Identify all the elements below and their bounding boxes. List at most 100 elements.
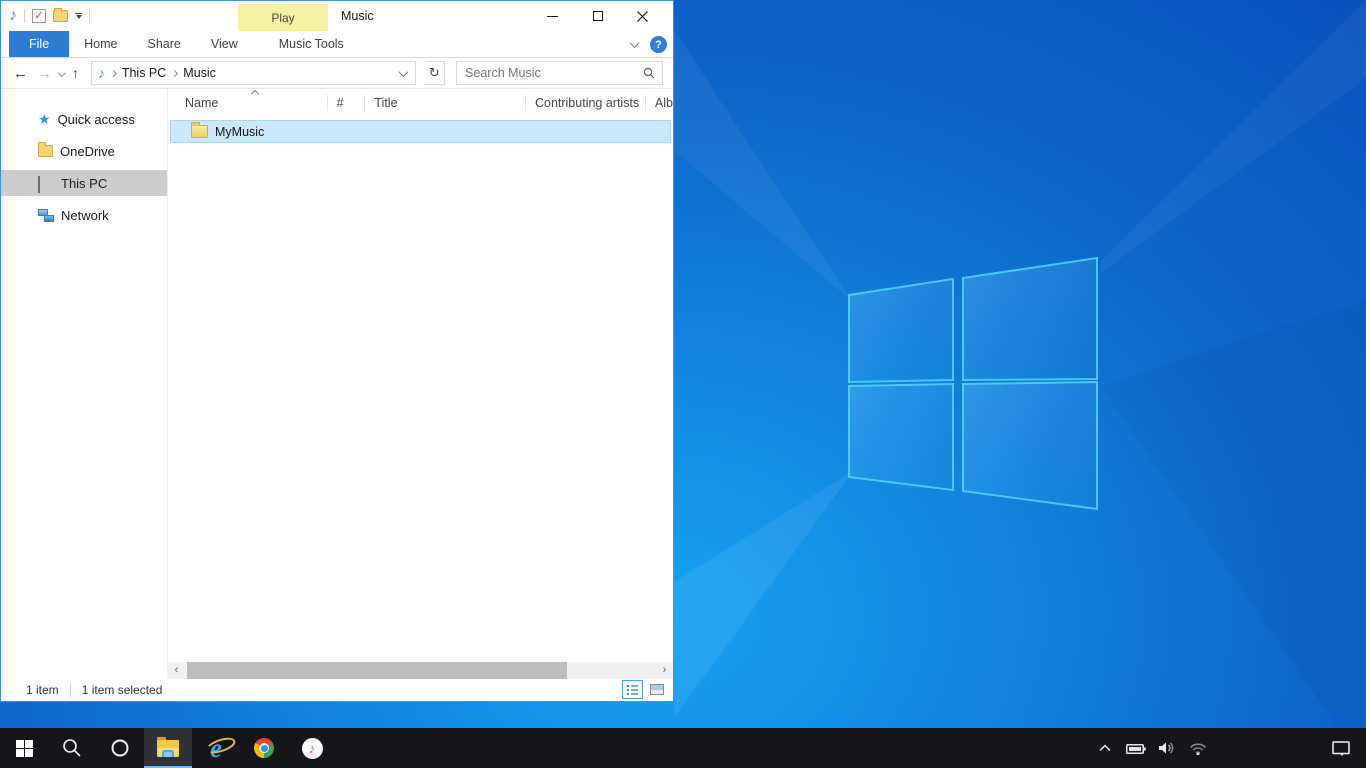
maximize-icon (593, 11, 603, 21)
forward-button[interactable]: → (37, 66, 52, 81)
sidebar-item-label: Network (61, 208, 109, 223)
scrollbar-track[interactable] (185, 662, 656, 679)
music-note-icon: ♪ (98, 65, 105, 81)
taskbar-chrome-button[interactable] (240, 728, 288, 768)
volume-icon (1158, 741, 1177, 755)
taskbar-internet-explorer-button[interactable]: e (192, 728, 240, 768)
file-explorer-icon (157, 740, 179, 757)
sidebar-item-network[interactable]: Network (1, 202, 167, 228)
itunes-icon: ♪ (302, 738, 323, 759)
quick-access-toolbar: ♪ ✓ (1, 8, 90, 24)
caption-buttons (530, 1, 665, 31)
maximize-button[interactable] (575, 1, 620, 31)
window-title: Music (341, 1, 374, 31)
column-header-contributing-artists[interactable]: Contributing artists (526, 95, 646, 111)
properties-button[interactable]: ✓ (32, 9, 46, 23)
wifi-tray-button[interactable] (1187, 742, 1209, 755)
sidebar-item-onedrive[interactable]: OneDrive (1, 138, 167, 164)
desktop: ♪ ✓ Play Music (0, 0, 1366, 768)
tab-music-tools[interactable]: Music Tools (264, 31, 359, 57)
column-header-name[interactable]: Name (168, 95, 328, 111)
toolbar-separator (89, 9, 90, 23)
minimize-button[interactable] (530, 1, 575, 31)
scroll-right-arrow[interactable]: › (656, 662, 673, 679)
customize-quick-access-toolbar-button[interactable] (75, 13, 82, 19)
breadcrumb-music[interactable]: Music (183, 66, 216, 80)
taskbar: e ♪ (0, 728, 1366, 768)
tab-file[interactable]: File (9, 31, 69, 57)
minimize-icon (547, 16, 558, 17)
scroll-left-arrow[interactable]: ‹ (168, 662, 185, 679)
start-button[interactable] (0, 728, 48, 768)
contextual-tab-group-label: Play (238, 4, 328, 31)
cortana-circle-icon (110, 738, 130, 758)
large-icons-view-button[interactable] (646, 680, 667, 699)
explorer-window: ♪ ✓ Play Music (0, 0, 674, 702)
volume-tray-button[interactable] (1156, 741, 1178, 755)
breadcrumb-this-pc[interactable]: This PC (122, 66, 166, 80)
search-box[interactable] (456, 61, 663, 85)
sidebar-item-label: Quick access (58, 112, 135, 127)
taskbar-itunes-button[interactable]: ♪ (288, 728, 336, 768)
search-input[interactable] (457, 66, 643, 80)
back-button[interactable]: ← (13, 66, 28, 81)
breadcrumb-chevron-icon[interactable] (110, 69, 117, 76)
column-header-album[interactable]: Alb (646, 95, 673, 111)
action-center-icon (1332, 741, 1350, 756)
sidebar-item-this-pc[interactable]: This PC (1, 170, 167, 196)
search-icon (643, 67, 655, 79)
taskbar-search-button[interactable] (48, 728, 96, 768)
file-row-mymusic[interactable]: MyMusic (170, 120, 671, 143)
ribbon-tab-bar: File Home Share View Music Tools ? (1, 31, 673, 58)
help-button[interactable]: ? (650, 36, 667, 53)
hidden-icons-chevron[interactable] (1094, 744, 1116, 752)
item-count-label: 1 item (26, 683, 59, 697)
quick-access-star-icon: ★ (38, 111, 51, 128)
battery-icon (1126, 743, 1146, 754)
battery-tray-button[interactable] (1125, 743, 1147, 754)
title-bar: ♪ ✓ Play Music (1, 1, 673, 31)
expand-ribbon-chevron-icon[interactable] (630, 38, 640, 48)
file-name-label: MyMusic (215, 125, 264, 139)
details-view-button[interactable] (622, 680, 643, 699)
action-center-button[interactable] (1330, 741, 1352, 756)
cortana-button[interactable] (96, 728, 144, 768)
sidebar-item-label: This PC (61, 176, 107, 191)
address-dropdown-chevron-icon[interactable] (398, 67, 408, 77)
new-folder-button[interactable] (53, 10, 68, 22)
system-tray (1094, 728, 1366, 768)
close-button[interactable] (620, 1, 665, 31)
toolbar-separator (24, 9, 25, 23)
network-icon (38, 209, 54, 222)
up-button[interactable]: ↑ (72, 66, 79, 81)
wifi-icon (1189, 742, 1207, 755)
sidebar-item-label: OneDrive (60, 144, 115, 159)
sidebar-item-quick-access[interactable]: ★ Quick access (1, 106, 167, 132)
chrome-icon (254, 738, 274, 758)
address-bar[interactable]: ♪ This PC Music (91, 61, 416, 85)
computer-monitor-icon (38, 177, 54, 190)
navigation-bar: ← → ↑ ♪ This PC Music ↻ (1, 58, 673, 89)
tab-home[interactable]: Home (69, 31, 132, 57)
close-icon (637, 11, 648, 22)
status-separator (70, 683, 71, 697)
recent-locations-chevron-icon[interactable] (58, 69, 66, 77)
breadcrumb-chevron-icon[interactable] (171, 69, 178, 76)
windows-logo-icon (16, 740, 33, 757)
taskbar-file-explorer-button[interactable] (144, 728, 192, 768)
internet-explorer-icon: e (210, 735, 222, 762)
refresh-button[interactable]: ↻ (425, 61, 445, 85)
tab-view[interactable]: View (196, 31, 253, 57)
column-header-number[interactable]: # (328, 95, 366, 111)
search-icon (62, 738, 82, 758)
music-note-icon: ♪ (9, 8, 17, 24)
horizontal-scrollbar[interactable]: ‹ › (168, 662, 673, 679)
file-list-pane: Name # Title Contributing artists Alb My… (167, 89, 673, 679)
status-bar: 1 item 1 item selected (1, 679, 673, 701)
main-content: ★ Quick access OneDrive This PC Network (1, 89, 673, 679)
tab-share[interactable]: Share (133, 31, 196, 57)
folder-icon (38, 145, 53, 157)
folder-icon (191, 125, 208, 138)
scrollbar-thumb[interactable] (187, 662, 567, 679)
column-header-title[interactable]: Title (365, 95, 526, 111)
